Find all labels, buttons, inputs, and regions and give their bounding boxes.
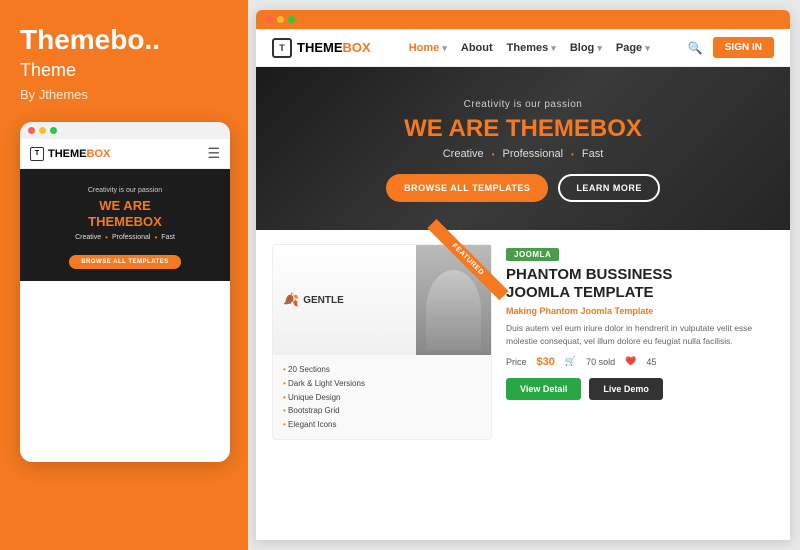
desktop-dot-green (288, 16, 295, 23)
hero-bullet-1: • (492, 150, 495, 159)
leaf-icon: 🍂 (283, 292, 299, 308)
app-title: Themebo.. (20, 24, 228, 56)
desktop-logo: T THEMEBOX (272, 38, 371, 58)
nav-about[interactable]: About (461, 42, 493, 54)
feature-item: Elegant Icons (283, 418, 481, 432)
product-image-card: 🍂 GENTLE 20 Sections Dark & Light Versio… (272, 244, 492, 440)
hamburger-icon[interactable]: ☰ (207, 145, 220, 162)
desktop-dot-red (266, 16, 273, 23)
home-arrow: ▾ (442, 43, 447, 53)
app-author: By Jthemes (20, 87, 228, 102)
app-subtitle: Theme (20, 60, 228, 81)
desktop-logo-text: THEMEBOX (297, 40, 371, 55)
product-description: Duis autem vel eum iriure dolor in hendr… (506, 322, 774, 348)
desktop-dot-yellow (277, 16, 284, 23)
mobile-feature-1: Creative (75, 234, 101, 241)
dot-green (50, 127, 57, 134)
sold-count: 70 sold (586, 357, 615, 367)
desktop-menu-right: 🔍 SIGN IN (688, 37, 774, 58)
dot-red (28, 127, 35, 134)
product-actions: View Detail Live Demo (506, 378, 774, 400)
desktop-browser-bar (256, 10, 790, 29)
hero-feature-creative: Creative (443, 148, 484, 160)
mobile-logo-text: THEMEBOX (48, 148, 110, 160)
feature-item: Unique Design (283, 391, 481, 405)
hero-features: Creative • Professional • Fast (272, 148, 774, 160)
product-card-logo-text: GENTLE (303, 295, 344, 306)
desktop-nav: T THEMEBOX Home ▾ About Themes ▾ Blog ▾ … (256, 29, 790, 67)
hero-headline-orange: THEMEBOX (506, 115, 642, 142)
mobile-browser-bar (20, 122, 230, 139)
desktop-wrapper: T THEMEBOX Home ▾ About Themes ▾ Blog ▾ … (256, 10, 790, 540)
desktop-menu: Home ▾ About Themes ▾ Blog ▾ Page ▾ (409, 42, 650, 54)
signin-button[interactable]: SIGN IN (713, 37, 774, 58)
features-ul: 20 Sections Dark & Light Versions Unique… (283, 363, 481, 431)
learn-more-button[interactable]: LEARN MORE (558, 174, 660, 202)
left-panel: Themebo.. Theme By Jthemes T THEMEBOX ☰ … (0, 0, 248, 550)
bullet-2: • (154, 233, 157, 242)
heart-icon: ❤️ (625, 356, 636, 367)
likes-count: 45 (646, 357, 656, 367)
mobile-hero: Creativity is our passion WE ARE THEMEBO… (20, 169, 230, 281)
mobile-nav: T THEMEBOX ☰ (20, 139, 230, 169)
hero-content: Creativity is our passion WE ARE THEMEBO… (272, 99, 774, 202)
feature-item: 20 Sections (283, 363, 481, 377)
hero-tagline: Creativity is our passion (272, 99, 774, 110)
page-arrow: ▾ (645, 43, 650, 53)
view-detail-button[interactable]: View Detail (506, 378, 581, 400)
mobile-hero-features: Creative • Professional • Fast (30, 233, 220, 242)
browse-templates-button[interactable]: BROWSE ALL TEMPLATES (386, 174, 548, 202)
search-icon[interactable]: 🔍 (688, 41, 703, 55)
product-meta: Price $30 🛒 70 sold ❤️ 45 (506, 356, 774, 368)
product-section: 🍂 GENTLE 20 Sections Dark & Light Versio… (256, 230, 790, 454)
mobile-headline1: WE ARE (99, 198, 151, 213)
product-features-list: 20 Sections Dark & Light Versions Unique… (273, 355, 491, 439)
mobile-feature-2: Professional (112, 234, 151, 241)
mobile-logo-icon: T (30, 147, 44, 161)
mobile-hero-tagline: Creativity is our passion (30, 187, 220, 194)
hero-headline-white: WE ARE (404, 115, 506, 142)
hero-feature-fast: Fast (582, 148, 603, 160)
product-info: JOOMLA PHANTOM BUSSINESSJOOMLA TEMPLATE … (506, 244, 774, 400)
desktop-logo-orange: BOX (343, 40, 371, 55)
product-image-top: 🍂 GENTLE (273, 245, 491, 355)
nav-themes[interactable]: Themes ▾ (507, 42, 556, 54)
bullet-1: • (105, 233, 108, 242)
mobile-headline2: THEMEBOX (88, 214, 162, 229)
blog-arrow: ▾ (597, 43, 602, 53)
feature-item: Dark & Light Versions (283, 377, 481, 391)
joomla-badge: JOOMLA (506, 248, 559, 261)
mobile-browse-button[interactable]: BROWSE ALL TEMPLATES (69, 255, 181, 269)
hero-title: WE ARE THEMEBOX (272, 116, 774, 142)
hero-feature-professional: Professional (503, 148, 564, 160)
mobile-feature-3: Fast (161, 234, 175, 241)
logo-icon: T (272, 38, 292, 58)
price-label: Price (506, 357, 527, 367)
mobile-preview: T THEMEBOX ☰ Creativity is our passion W… (20, 122, 230, 462)
nav-page[interactable]: Page ▾ (616, 42, 650, 54)
themes-arrow: ▾ (551, 43, 556, 53)
desktop-hero: Creativity is our passion WE ARE THEMEBO… (256, 67, 790, 230)
product-title: PHANTOM BUSSINESSJOOMLA TEMPLATE (506, 266, 774, 302)
right-panel: T THEMEBOX Home ▾ About Themes ▾ Blog ▾ … (248, 0, 800, 550)
mobile-logo-orange: BOX (87, 148, 111, 160)
live-demo-button[interactable]: Live Demo (589, 378, 663, 400)
cart-icon: 🛒 (565, 356, 576, 367)
mobile-logo: T THEMEBOX (30, 147, 110, 161)
hero-buttons: BROWSE ALL TEMPLATES LEARN MORE (272, 174, 774, 202)
mobile-hero-title: WE ARE THEMEBOX (30, 198, 220, 229)
nav-blog[interactable]: Blog ▾ (570, 42, 602, 54)
feature-item: Bootstrap Grid (283, 404, 481, 418)
hero-bullet-2: • (571, 150, 574, 159)
product-sub-title: Making Phantom Joomla Template (506, 306, 774, 316)
nav-home[interactable]: Home ▾ (409, 42, 447, 54)
dot-yellow (39, 127, 46, 134)
price-new: $30 (537, 356, 555, 368)
